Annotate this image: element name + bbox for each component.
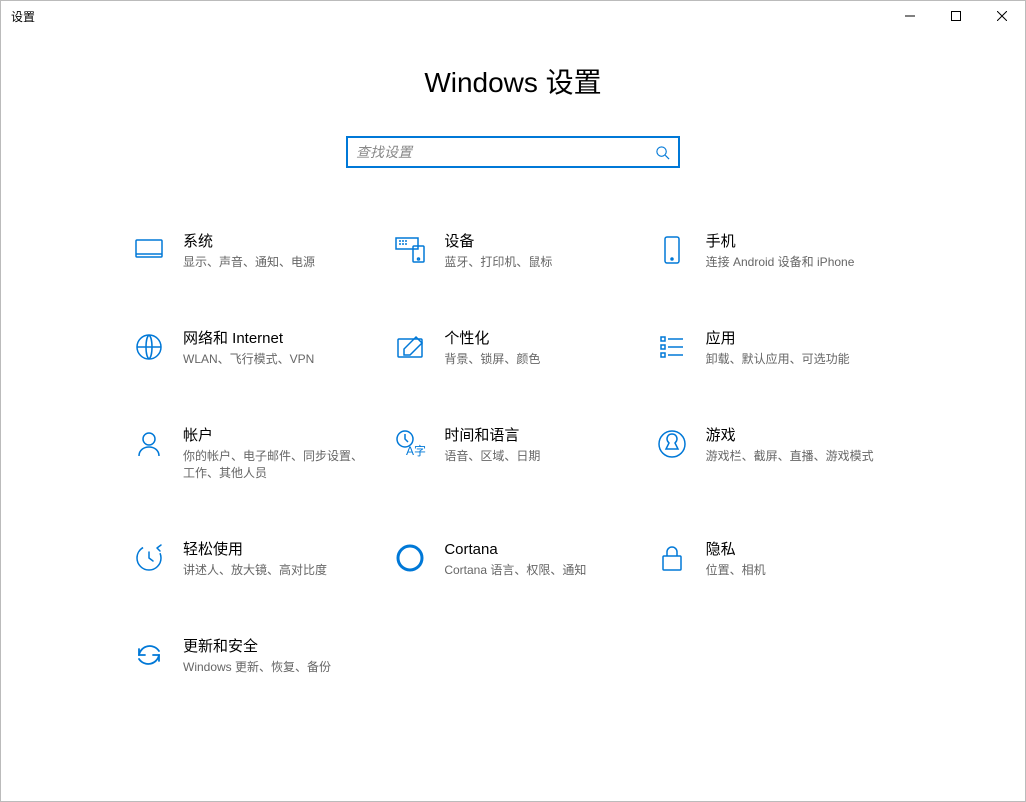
tile-desc: 显示、声音、通知、电源 — [183, 254, 372, 271]
network-icon — [131, 329, 167, 365]
update-icon — [131, 637, 167, 673]
tile-desc: 卸载、默认应用、可选功能 — [706, 351, 895, 368]
tile-personalize[interactable]: 个性化 背景、锁屏、颜色 — [392, 329, 633, 368]
tile-title: 系统 — [183, 232, 372, 252]
tile-desc: Cortana 语言、权限、通知 — [444, 562, 633, 579]
devices-icon — [392, 232, 428, 268]
tile-network[interactable]: 网络和 Internet WLAN、飞行模式、VPN — [131, 329, 372, 368]
personalize-icon — [392, 329, 428, 365]
tile-ease[interactable]: 轻松使用 讲述人、放大镜、高对比度 — [131, 540, 372, 579]
tile-title: Cortana — [444, 540, 633, 560]
tile-apps[interactable]: 应用 卸载、默认应用、可选功能 — [654, 329, 895, 368]
search-icon — [655, 145, 670, 160]
window-title: 设置 — [1, 8, 35, 25]
tile-title: 手机 — [706, 232, 895, 252]
tile-privacy[interactable]: 隐私 位置、相机 — [654, 540, 895, 579]
tile-time[interactable]: A字 时间和语言 语音、区域、日期 — [392, 426, 633, 482]
tile-gaming[interactable]: 游戏 游戏栏、截屏、直播、游戏模式 — [654, 426, 895, 482]
tile-title: 隐私 — [706, 540, 895, 560]
tile-cortana[interactable]: Cortana Cortana 语言、权限、通知 — [392, 540, 633, 579]
settings-grid: 系统 显示、声音、通知、电源 设备 蓝牙、打印机、鼠标 手机 连接 Androi… — [1, 232, 1025, 676]
tile-title: 网络和 Internet — [183, 329, 372, 349]
tile-desc: 游戏栏、截屏、直播、游戏模式 — [706, 448, 895, 465]
tile-title: 应用 — [706, 329, 895, 349]
tile-title: 时间和语言 — [444, 426, 633, 446]
tile-title: 更新和安全 — [183, 637, 372, 657]
title-bar: 设置 — [1, 1, 1025, 31]
close-button[interactable] — [979, 1, 1025, 31]
system-icon — [131, 232, 167, 268]
maximize-button[interactable] — [933, 1, 979, 31]
tile-desc: WLAN、飞行模式、VPN — [183, 351, 372, 368]
tile-desc: 连接 Android 设备和 iPhone — [706, 254, 895, 271]
tile-desc: 蓝牙、打印机、鼠标 — [444, 254, 633, 271]
search-box[interactable] — [346, 136, 680, 168]
tile-accounts[interactable]: 帐户 你的帐户、电子邮件、同步设置、工作、其他人员 — [131, 426, 372, 482]
accounts-icon — [131, 426, 167, 462]
time-language-icon: A字 — [392, 426, 428, 462]
tile-desc: 语音、区域、日期 — [444, 448, 633, 465]
tile-desc: 位置、相机 — [706, 562, 895, 579]
window-controls — [887, 1, 1025, 31]
tile-phone[interactable]: 手机 连接 Android 设备和 iPhone — [654, 232, 895, 271]
minimize-button[interactable] — [887, 1, 933, 31]
gaming-icon — [654, 426, 690, 462]
tile-title: 设备 — [444, 232, 633, 252]
svg-text:A字: A字 — [406, 443, 426, 458]
tile-desc: 你的帐户、电子邮件、同步设置、工作、其他人员 — [183, 448, 372, 482]
tile-title: 轻松使用 — [183, 540, 372, 560]
ease-of-access-icon — [131, 540, 167, 576]
tile-desc: 讲述人、放大镜、高对比度 — [183, 562, 372, 579]
privacy-icon — [654, 540, 690, 576]
tile-title: 帐户 — [183, 426, 372, 446]
tile-system[interactable]: 系统 显示、声音、通知、电源 — [131, 232, 372, 271]
search-input[interactable] — [356, 144, 655, 160]
tile-title: 游戏 — [706, 426, 895, 446]
apps-icon — [654, 329, 690, 365]
page-title: Windows 设置 — [1, 61, 1025, 101]
tile-devices[interactable]: 设备 蓝牙、打印机、鼠标 — [392, 232, 633, 271]
tile-update[interactable]: 更新和安全 Windows 更新、恢复、备份 — [131, 637, 372, 676]
tile-desc: 背景、锁屏、颜色 — [444, 351, 633, 368]
phone-icon — [654, 232, 690, 268]
tile-title: 个性化 — [444, 329, 633, 349]
cortana-icon — [392, 540, 428, 576]
tile-desc: Windows 更新、恢复、备份 — [183, 659, 372, 676]
